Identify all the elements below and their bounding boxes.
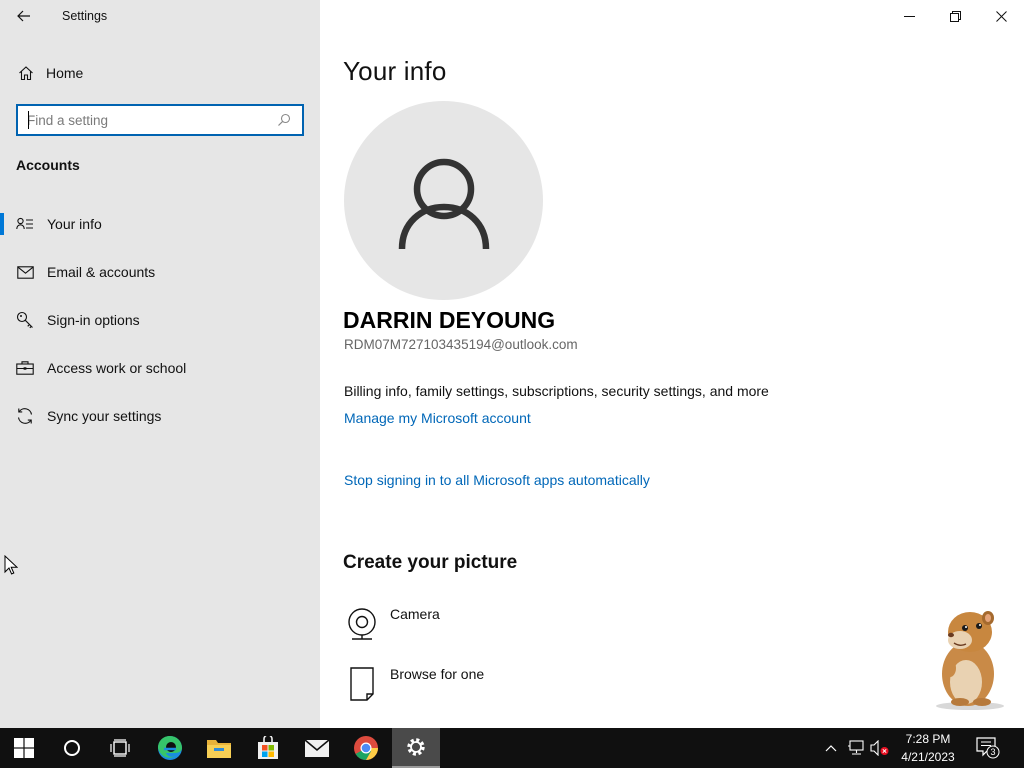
home-icon: [16, 65, 36, 81]
mail-icon: [304, 739, 330, 757]
restore-icon: [949, 10, 961, 22]
clock-time: 7:28 PM: [905, 732, 951, 746]
sync-icon: [15, 406, 35, 426]
sidebar-item-label: Access work or school: [47, 360, 187, 376]
your-info-icon: [15, 214, 35, 234]
billing-info-text: Billing info, family settings, subscript…: [344, 383, 769, 399]
accounts-nav: Your info Email & accounts Sign-in optio…: [0, 200, 320, 440]
chrome-button[interactable]: [342, 728, 390, 768]
hamster-mascot-image: [936, 611, 1004, 710]
camera-option[interactable]: Camera: [344, 606, 440, 642]
back-arrow-icon: [17, 10, 30, 22]
user-email: RDM07M727103435194@outlook.com: [344, 337, 578, 352]
restore-button[interactable]: [932, 0, 978, 32]
cortana-button[interactable]: [48, 728, 96, 768]
page-title: Your info: [343, 56, 447, 86]
camera-icon: [344, 606, 380, 642]
settings-taskbar-button[interactable]: [392, 728, 440, 768]
sidebar-item-email-accounts[interactable]: Email & accounts: [0, 248, 320, 296]
file-explorer-button[interactable]: [195, 728, 243, 768]
sidebar-item-your-info[interactable]: Your info: [0, 200, 320, 248]
task-view-icon: [110, 739, 130, 757]
back-button[interactable]: [10, 4, 38, 28]
network-icon: [848, 740, 864, 755]
sidebar-item-label: Sign-in options: [47, 312, 140, 328]
cortana-icon: [64, 740, 80, 756]
store-button[interactable]: [244, 728, 292, 768]
sidebar-item-sign-in-options[interactable]: Sign-in options: [0, 296, 320, 344]
briefcase-icon: [15, 358, 35, 378]
text-caret: [28, 111, 29, 129]
sidebar-item-sync-settings[interactable]: Sync your settings: [0, 392, 320, 440]
notifications-icon: 3: [976, 737, 1000, 759]
close-icon: [995, 10, 1007, 22]
notification-count: 3: [990, 747, 995, 757]
window-title: Settings: [62, 9, 108, 23]
search-icon[interactable]: [272, 108, 296, 132]
network-status[interactable]: [845, 728, 867, 768]
sidebar-item-label: Sync your settings: [47, 408, 162, 424]
accounts-heading: Accounts: [16, 157, 80, 173]
avatar: [344, 101, 543, 300]
sidebar-item-access-work-school[interactable]: Access work or school: [0, 344, 320, 392]
your-info-page: Your info DARRIN DEYOUNG RDM07M727103435…: [320, 0, 1024, 728]
taskbar: 7:28 PM 4/21/2023 3: [0, 728, 1024, 768]
task-view-button[interactable]: [96, 728, 144, 768]
user-avatar-icon: [398, 158, 489, 249]
volume-status[interactable]: [869, 728, 891, 768]
sidebar-item-label: Email & accounts: [47, 264, 156, 280]
browse-label: Browse for one: [390, 666, 485, 682]
search-box[interactable]: [16, 104, 304, 136]
mouse-pointer-icon: [4, 555, 18, 575]
minimize-button[interactable]: [886, 0, 932, 32]
volume-muted-icon: [870, 740, 889, 756]
start-button[interactable]: [0, 728, 48, 768]
browse-icon: [344, 666, 380, 702]
camera-label: Camera: [390, 606, 440, 622]
home-label: Home: [46, 65, 84, 81]
sidebar-item-label: Your info: [47, 216, 102, 232]
store-icon: [258, 736, 278, 759]
browse-option[interactable]: Browse for one: [344, 666, 484, 702]
email-icon: [15, 262, 35, 282]
settings-icon: [407, 738, 425, 756]
show-hidden-icons-button[interactable]: [822, 728, 840, 768]
key-icon: [15, 310, 35, 330]
search-input[interactable]: [18, 107, 272, 133]
clock-date: 4/21/2023: [901, 750, 955, 764]
minimize-icon: [903, 15, 915, 17]
stop-signing-in-link[interactable]: Stop signing in to all Microsoft apps au…: [344, 472, 650, 488]
window-controls: [886, 0, 1024, 32]
settings-sidebar: Settings Home Accounts: [0, 0, 320, 728]
edge-icon: [158, 736, 182, 760]
chevron-up-icon: [825, 745, 837, 752]
user-name: DARRIN DEYOUNG: [343, 307, 556, 333]
taskbar-clock[interactable]: 7:28 PM 4/21/2023: [890, 728, 966, 768]
action-center-button[interactable]: 3: [972, 728, 1004, 768]
mail-button[interactable]: [293, 728, 341, 768]
home-link[interactable]: Home: [0, 58, 320, 88]
create-picture-heading: Create your picture: [343, 552, 518, 573]
close-button[interactable]: [978, 0, 1024, 32]
start-icon: [14, 738, 34, 758]
file-explorer-icon: [207, 740, 231, 758]
edge-button[interactable]: [146, 728, 194, 768]
manage-account-link[interactable]: Manage my Microsoft account: [344, 410, 531, 426]
chrome-icon: [354, 736, 378, 760]
